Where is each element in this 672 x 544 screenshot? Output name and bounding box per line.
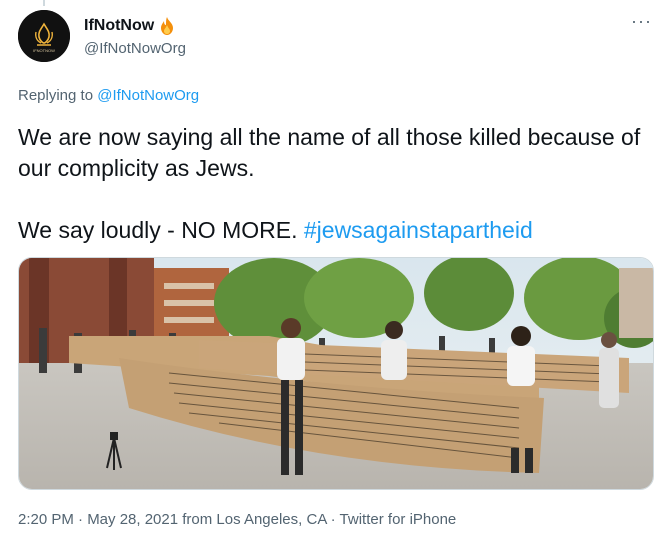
tweet-text: We are now saying all the name of all th… [18,122,648,246]
protest-photo-image [19,258,653,489]
avatar-wordmark: IFNOTNOW [33,48,55,53]
tweet-text-line-1: We are now saying all the name of all th… [18,124,641,181]
thread-connector-line [43,0,45,6]
tweet-text-line-2: We say loudly - NO MORE. #jewsagainstapa… [18,215,648,246]
avatar[interactable]: IFNOTNOW [18,10,70,62]
flame-logo-icon: IFNOTNOW [18,10,70,62]
replying-to: Replying to @IfNotNowOrg [18,87,199,104]
hashtag-link[interactable]: #jewsagainstapartheid [304,217,533,243]
name-row: IfNotNow [84,16,177,36]
tweet-photo[interactable] [18,257,654,490]
tweet-text-prefix: We say loudly - NO MORE. [18,217,304,243]
replying-prefix: Replying to [18,87,98,104]
more-icon[interactable]: ··· [631,12,652,30]
tweet-meta: 2:20 PM · May 28, 2021 from Los Angeles,… [18,511,457,528]
tweet-card: IFNOTNOW IfNotNow @IfNotNowOrg ··· Reply… [0,0,672,544]
user-handle[interactable]: @IfNotNowOrg [84,40,186,57]
fire-icon [157,16,177,36]
replying-handle-link[interactable]: @IfNotNowOrg [97,87,199,104]
display-name[interactable]: IfNotNow [84,17,154,35]
